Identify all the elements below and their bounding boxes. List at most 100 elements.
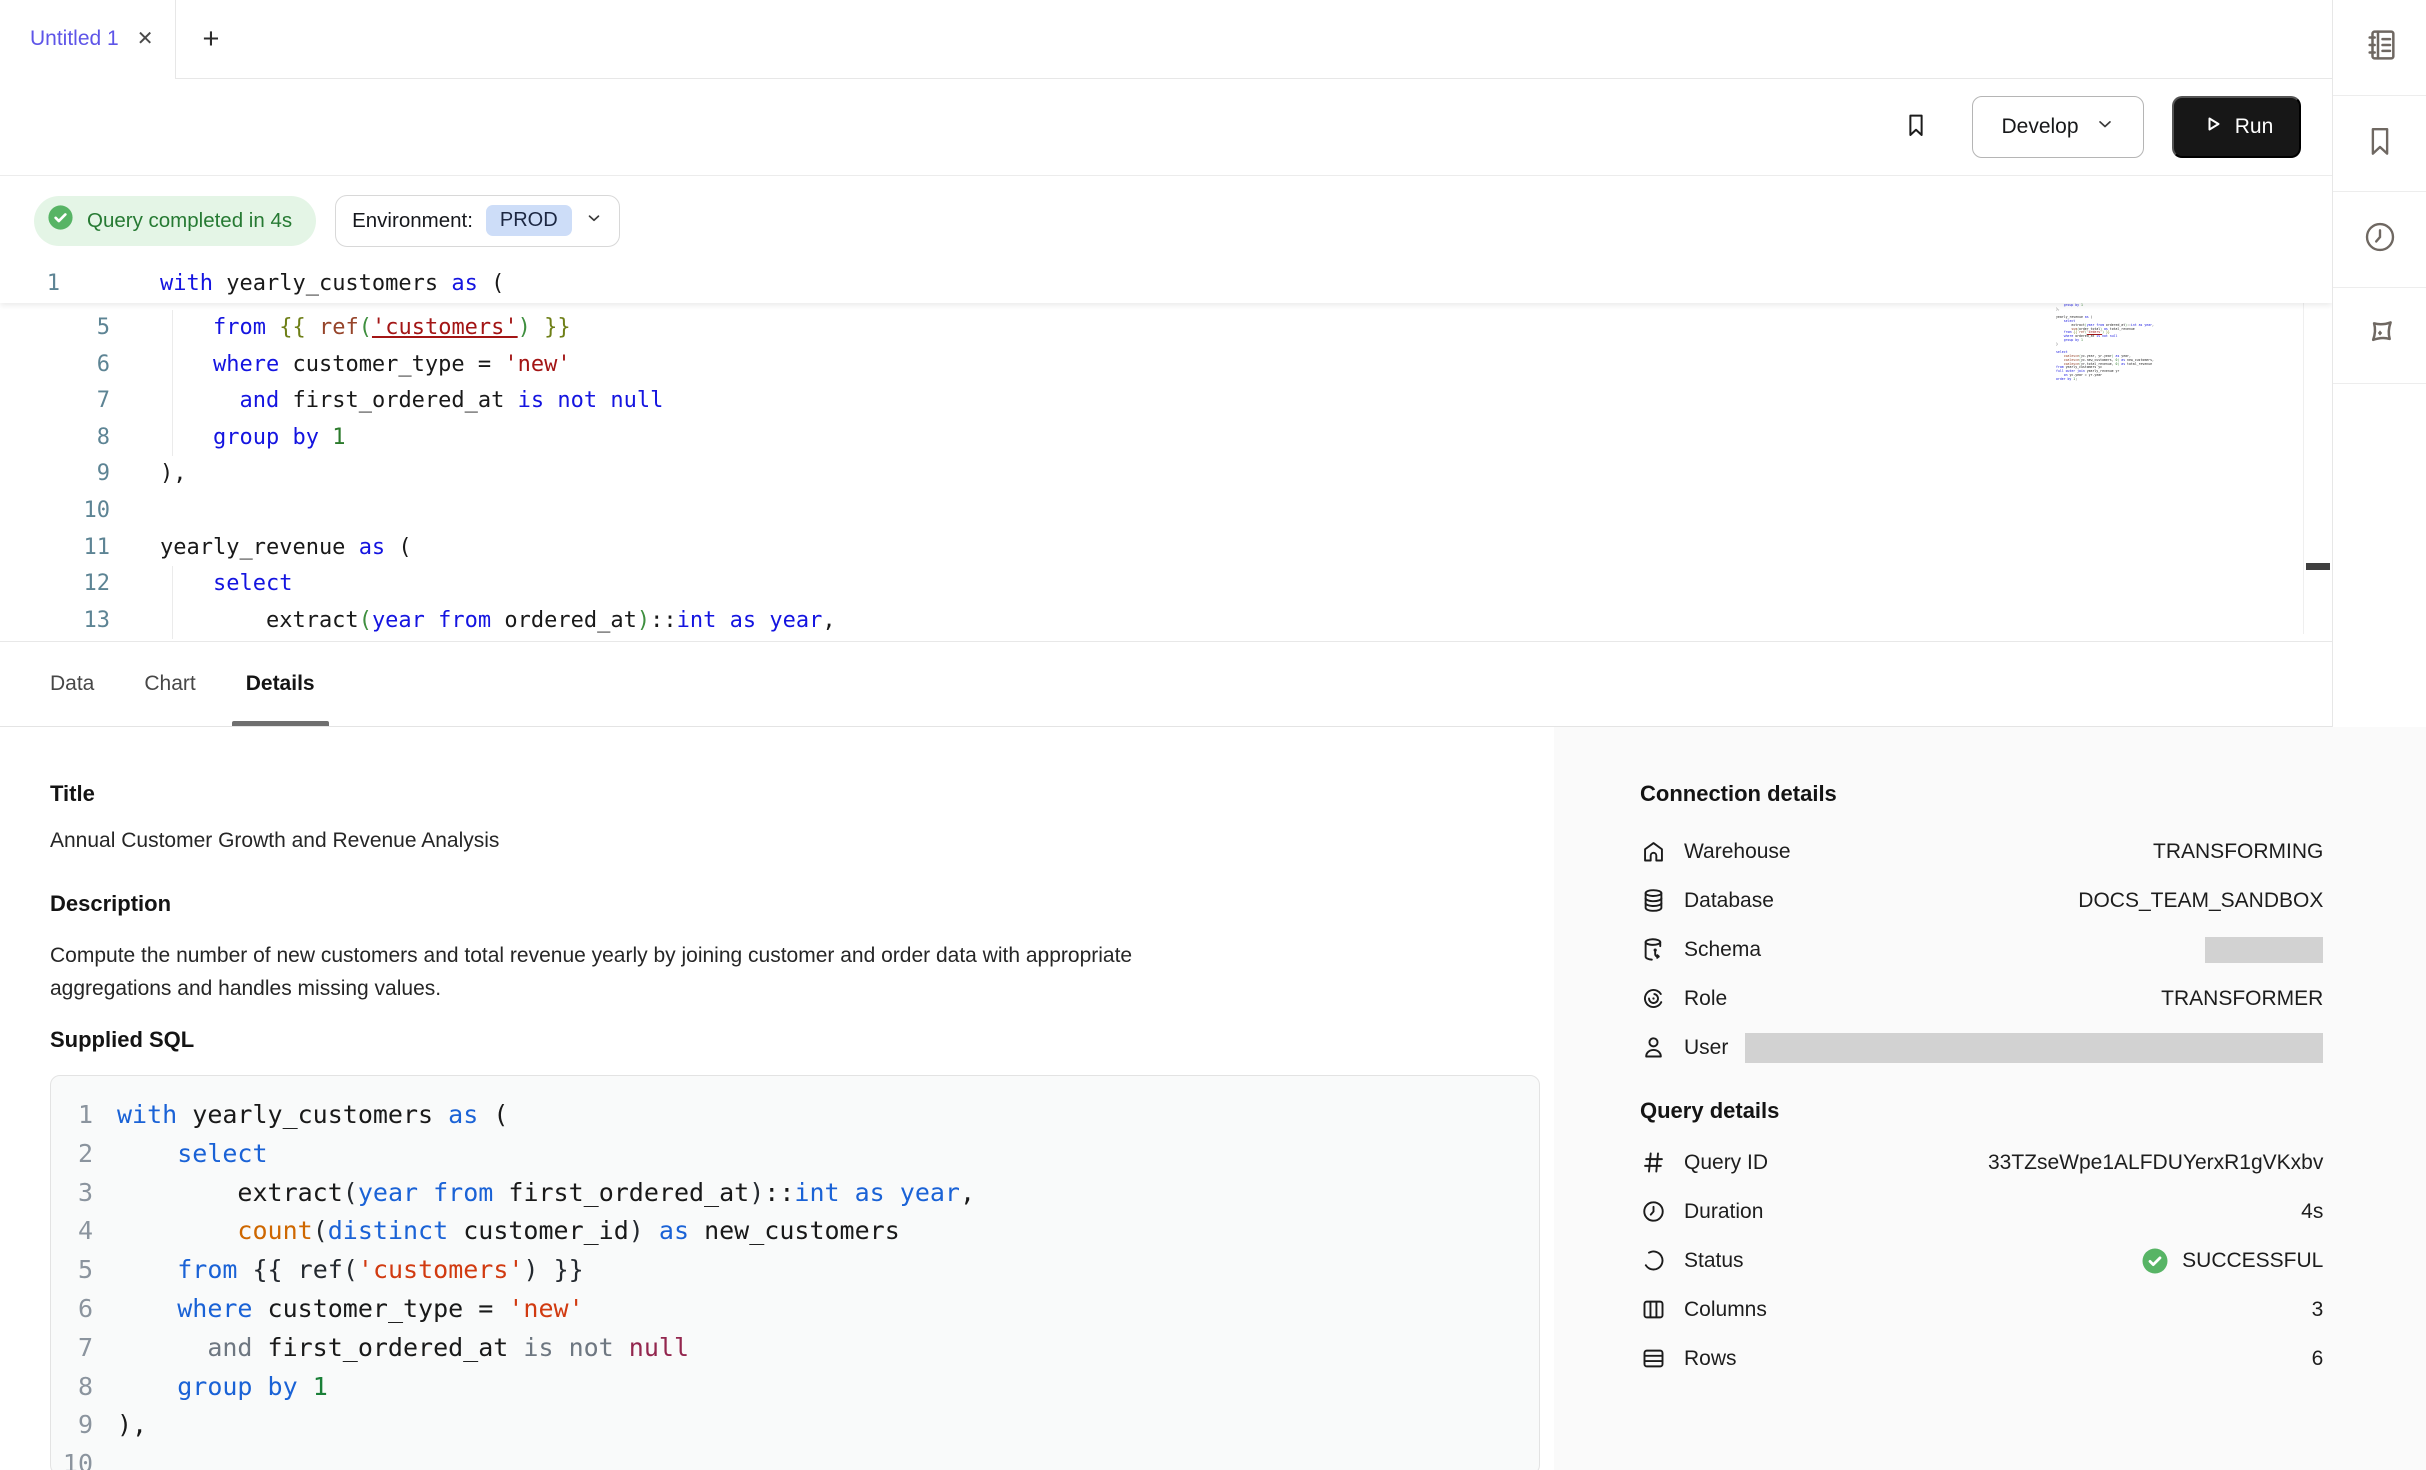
- code-text: from {{ ref('customers') }}: [160, 310, 571, 347]
- tab-chart-label: Chart: [144, 672, 195, 696]
- redacted-value: [2205, 937, 2323, 963]
- line-number: 5: [51, 1251, 93, 1290]
- bookmark-icon: [1901, 110, 1931, 145]
- develop-label: Develop: [2001, 115, 2078, 139]
- detail-value: TRANSFORMER: [2161, 987, 2323, 1011]
- toolbar: Develop Run: [0, 79, 2332, 176]
- code-line: 8 group by 1: [0, 420, 2332, 457]
- line-number: 8: [51, 1368, 93, 1407]
- detail-value: 6: [2312, 1347, 2324, 1371]
- tab-untitled-1[interactable]: Untitled 1 ✕: [0, 0, 176, 79]
- environment-value-pill: PROD: [486, 205, 572, 236]
- hash-icon: [1640, 1149, 1667, 1176]
- bookmark-button[interactable]: [1894, 105, 1938, 149]
- play-icon: [2200, 112, 2224, 142]
- line-number: 6: [51, 1290, 93, 1329]
- line-number: 6: [0, 347, 110, 384]
- line-number: 1: [51, 1096, 93, 1135]
- code-text: from {{ ref('customers') }}: [117, 1251, 584, 1290]
- tab-chart[interactable]: Chart: [130, 642, 209, 726]
- line-number: 9: [51, 1406, 93, 1445]
- environment-label: Environment:: [352, 209, 473, 233]
- code-line: 3 extract(year from first_ordered_at)::i…: [51, 1174, 1539, 1213]
- editor-scrollbar[interactable]: [2303, 274, 2332, 634]
- code-line: 10: [0, 493, 2332, 530]
- tab-title: Untitled 1: [30, 27, 119, 51]
- detail-value: 4s: [2301, 1200, 2323, 1224]
- line-number: 8: [0, 420, 110, 457]
- scrollbar-thumb[interactable]: [2306, 563, 2330, 570]
- code-line: 10: [51, 1445, 1539, 1470]
- code-line: 7 and first_ordered_at is not null: [51, 1329, 1539, 1368]
- detail-value: TRANSFORMING: [2153, 840, 2323, 864]
- detail-value: 33TZseWpe1ALFDUYerxR1gVKxbv: [1988, 1151, 2323, 1175]
- code-line: 8 group by 1: [51, 1368, 1539, 1407]
- code-text: ),: [160, 456, 187, 493]
- details-main: Title Annual Customer Growth and Revenue…: [0, 727, 1554, 1470]
- code-line: 5 from {{ ref('customers') }}: [51, 1251, 1539, 1290]
- status-text: SUCCESSFUL: [2182, 1249, 2323, 1273]
- description-heading: Description: [50, 891, 1554, 917]
- detail-row: Query ID 33TZseWpe1ALFDUYerxR1gVKxbv: [1640, 1138, 2323, 1187]
- line-number: 7: [0, 383, 110, 420]
- details-panel: Title Annual Customer Growth and Revenue…: [0, 727, 2426, 1470]
- role-icon: [1640, 985, 1667, 1012]
- code-text: where customer_type = 'new': [160, 347, 571, 384]
- new-tab-button[interactable]: +: [192, 23, 229, 56]
- notebook-panel-button[interactable]: [2333, 0, 2426, 96]
- detail-label: Status: [1684, 1249, 1744, 1273]
- status-row: Query completed in 4s Environment: PROD: [0, 176, 2332, 265]
- detail-label: Query ID: [1684, 1151, 1768, 1175]
- code-text: count(distinct customer_id) as new_custo…: [117, 1212, 900, 1251]
- tab-bar: Untitled 1 ✕ +: [0, 0, 2332, 79]
- code-text: and first_ordered_at is not null: [160, 383, 663, 420]
- run-button[interactable]: Run: [2172, 96, 2301, 158]
- editor-code-lines[interactable]: 5 from {{ ref('customers') }}6 where cus…: [0, 303, 2332, 639]
- clock-icon: [1640, 1198, 1667, 1225]
- detail-label: Schema: [1684, 938, 1761, 962]
- line-number: 13: [0, 603, 110, 640]
- tab-details-label: Details: [246, 672, 315, 696]
- results-tab-bar: Data Chart Details: [0, 642, 2332, 727]
- detail-value: DOCS_TEAM_SANDBOX: [2078, 889, 2323, 913]
- connection-details-list: WarehouseTRANSFORMING Database DOCS_TEAM_S…: [1640, 827, 2323, 1072]
- detail-row: Duration 4s: [1640, 1187, 2323, 1236]
- history-panel-button[interactable]: [2333, 192, 2426, 288]
- bookmarks-panel-button[interactable]: [2333, 96, 2426, 192]
- chevron-down-icon: [585, 209, 603, 233]
- query-status-pill: Query completed in 4s: [34, 196, 316, 246]
- description-value: Compute the number of new customers and …: [50, 939, 1185, 1005]
- line-number: 10: [0, 493, 110, 530]
- line-number: 9: [0, 456, 110, 493]
- detail-row: User: [1640, 1023, 2323, 1072]
- code-line: 6 where customer_type = 'new': [51, 1290, 1539, 1329]
- copilot-panel-button[interactable]: [2333, 288, 2426, 384]
- code-text: extract(year from ordered_at)::int as ye…: [160, 603, 836, 640]
- code-line: 12 select: [0, 566, 2332, 603]
- tab-details[interactable]: Details: [232, 642, 329, 726]
- line-number: 12: [0, 566, 110, 603]
- detail-row: WarehouseTRANSFORMING: [1640, 827, 2323, 876]
- clock-icon: [2361, 218, 2399, 261]
- line-number: 11: [0, 530, 110, 567]
- check-circle-icon: [46, 203, 75, 238]
- tab-data[interactable]: Data: [36, 642, 108, 726]
- code-line: 6 where customer_type = 'new': [0, 347, 2332, 384]
- query-details-list: Query ID 33TZseWpe1ALFDUYerxR1gVKxbv Durat…: [1640, 1138, 2323, 1383]
- notebook-icon: [2360, 25, 2400, 70]
- close-icon[interactable]: ✕: [137, 29, 154, 49]
- rows-icon: [1640, 1345, 1667, 1372]
- code-line: 13 extract(year from ordered_at)::int as…: [0, 603, 2332, 640]
- check-circle-icon: [2140, 1246, 2170, 1276]
- detail-label: Duration: [1684, 1200, 1763, 1224]
- detail-label: Database: [1684, 889, 1774, 913]
- line-number: 2: [51, 1135, 93, 1174]
- code-text: group by 1: [117, 1368, 328, 1407]
- schema-icon: [1640, 936, 1667, 963]
- develop-dropdown[interactable]: Develop: [1972, 96, 2144, 158]
- environment-selector[interactable]: Environment: PROD: [335, 195, 620, 247]
- columns-icon: [1640, 1296, 1667, 1323]
- sparkle-compass-icon: [2360, 313, 2400, 358]
- sql-editor[interactable]: 1with yearly_customers as ( 5 from {{ re…: [0, 265, 2332, 642]
- sticky-scroll-line: 1with yearly_customers as (: [0, 265, 2332, 303]
